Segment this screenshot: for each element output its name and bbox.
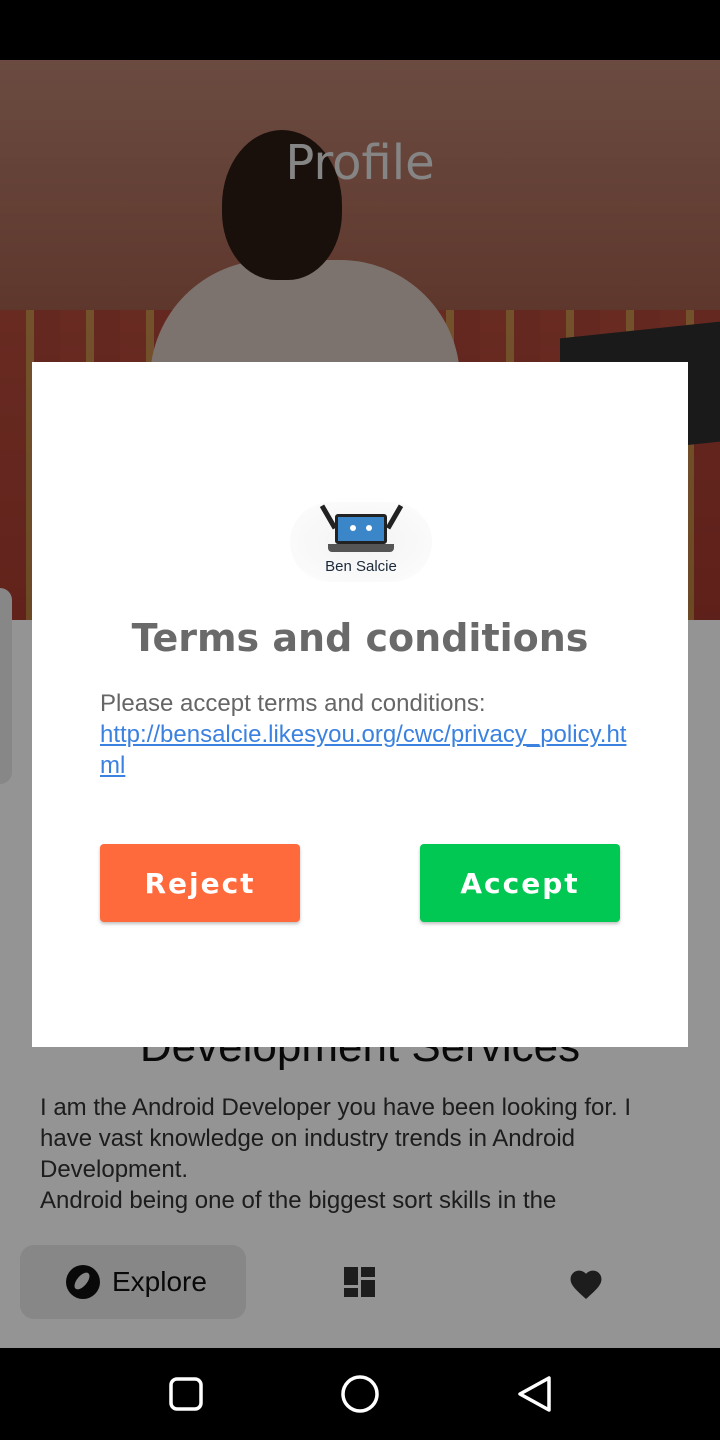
- system-navigation-bar: [0, 1348, 720, 1440]
- dialog-title: Terms and conditions: [131, 616, 589, 660]
- logo-text: Ben Salcie: [325, 558, 397, 575]
- dialog-message-text: Please accept terms and conditions:: [100, 690, 486, 717]
- terms-dialog: Ben Salcie Terms and conditions Please a…: [32, 362, 688, 1047]
- recents-icon[interactable]: [126, 1348, 246, 1440]
- back-icon[interactable]: [474, 1348, 594, 1440]
- dialog-message: Please accept terms and conditions: http…: [100, 688, 630, 781]
- reject-button[interactable]: Reject: [100, 844, 300, 922]
- ben-salcie-logo: Ben Salcie: [290, 502, 432, 582]
- home-icon[interactable]: [300, 1348, 420, 1440]
- laptop-icon: [335, 514, 387, 544]
- accept-button[interactable]: Accept: [420, 844, 620, 922]
- privacy-policy-link[interactable]: http://bensalcie.likesyou.org/cwc/privac…: [100, 719, 630, 781]
- screwdriver-icon: [385, 504, 404, 530]
- status-bar: [0, 0, 720, 60]
